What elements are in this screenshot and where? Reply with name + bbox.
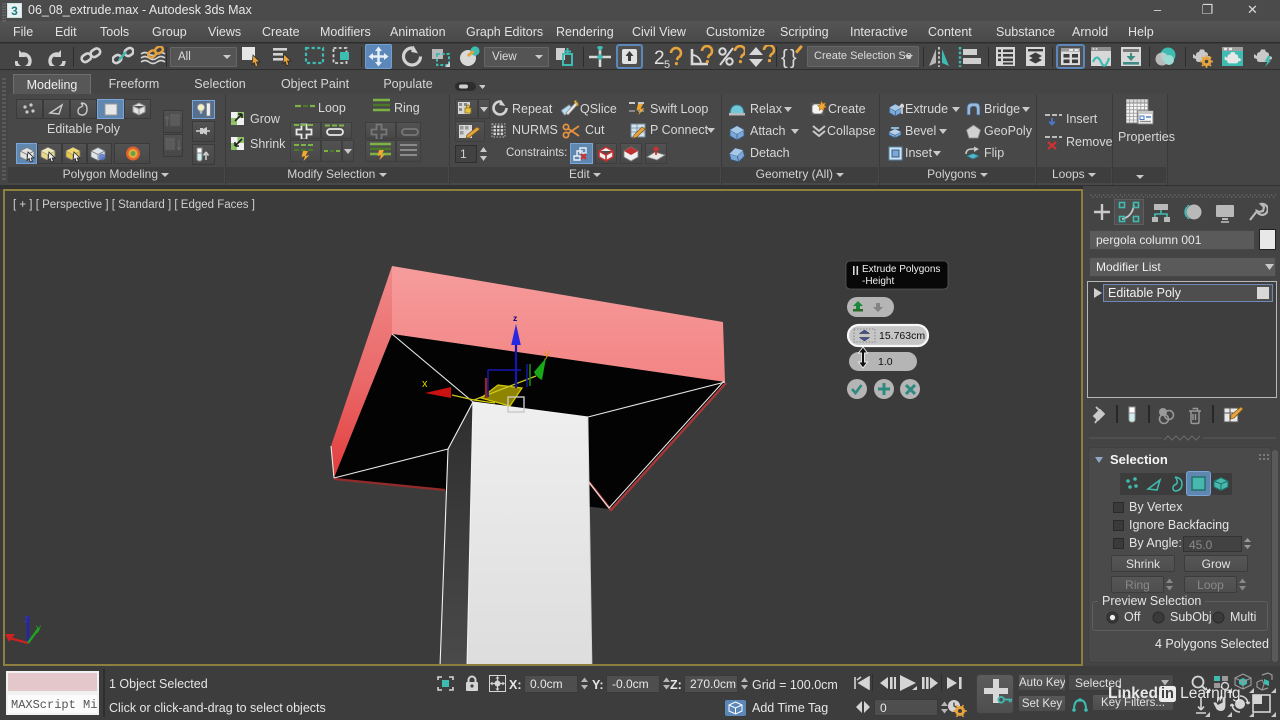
svg-text:Extrude Polygons: Extrude Polygons [862,264,940,275]
svg-text:{: { [781,47,788,69]
svg-text:5: 5 [664,59,670,69]
svg-text:y: y [36,623,41,634]
svg-text:2: 2 [654,48,665,69]
svg-text:[ + ] [ Perspective ] [ Standa: [ + ] [ Perspective ] [ Standard ] [ Edg… [13,199,255,211]
svg-text:z: z [24,614,29,625]
svg-text:-Height: -Height [862,276,894,287]
svg-text:x: x [422,378,428,390]
svg-text:15.763cm: 15.763cm [879,330,925,342]
svg-text:1.0: 1.0 [878,356,893,368]
svg-text:3: 3 [11,4,18,18]
svg-text:z: z [513,313,517,323]
svg-text:}: } [790,47,797,69]
svg-text:y: y [544,348,550,360]
